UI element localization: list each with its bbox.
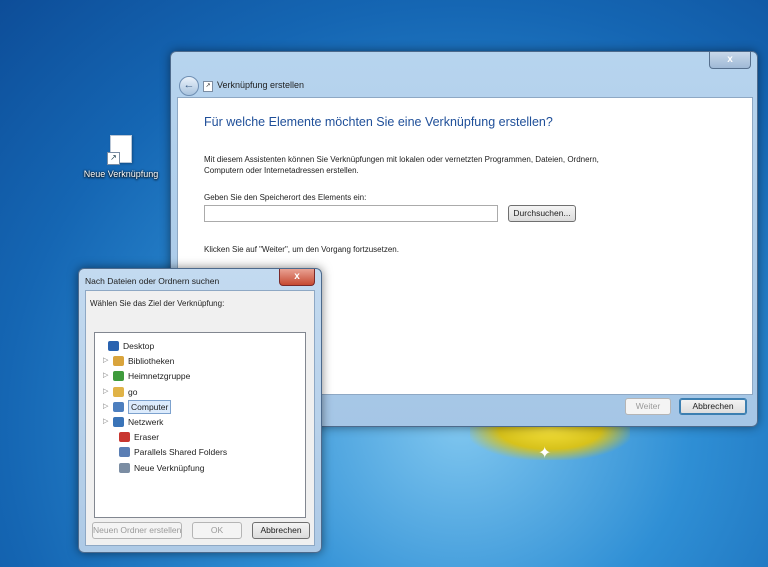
next-button[interactable]: Weiter	[625, 398, 671, 415]
shared-folders-icon	[119, 447, 130, 458]
expand-arrow-icon[interactable]: ▷	[103, 369, 111, 383]
location-label: Geben Sie den Speicherort des Elements e…	[204, 193, 367, 202]
tree-item-label: go	[128, 386, 138, 397]
shortcut-file-icon: ↗	[107, 135, 132, 165]
wizard-close-button[interactable]: x	[709, 52, 751, 69]
computer-icon	[113, 401, 124, 412]
desktop-shortcut-icon[interactable]: ↗ Neue Verknüpfung	[78, 135, 164, 179]
eraser-icon	[119, 432, 130, 443]
tree-item-label: Parallels Shared Folders	[134, 447, 228, 458]
shortcut-small-icon: ↗	[203, 81, 213, 92]
network-icon	[113, 417, 124, 427]
tree-item-label: Neue Verknüpfung	[134, 462, 205, 473]
expand-arrow-icon[interactable]: ▷	[103, 385, 111, 399]
wizard-cancel-button[interactable]: Abbrechen	[679, 398, 747, 415]
back-arrow-icon[interactable]: ←	[179, 76, 199, 96]
wizard-heading: Für welche Elemente möchten Sie eine Ver…	[204, 115, 553, 129]
tree-item-label: Heimnetzgruppe	[128, 371, 191, 382]
user-folder-icon	[113, 386, 124, 397]
desktop-icon-label: Neue Verknüpfung	[83, 169, 159, 179]
desktop-icon	[108, 341, 119, 351]
expand-arrow-icon[interactable]: ▷	[103, 354, 111, 368]
browse-dialog: Nach Dateien oder Ordnern suchen x Wähle…	[78, 268, 322, 553]
shortcut-arrow-icon: ↗	[107, 152, 120, 165]
wizard-description: Mit diesem Assistenten können Sie Verknü…	[204, 155, 599, 175]
wizard-hint: Klicken Sie auf "Weiter", um den Vorgang…	[204, 245, 399, 254]
location-input[interactable]	[204, 205, 498, 222]
homegroup-icon	[113, 371, 124, 382]
dialog-cancel-button[interactable]: Abbrechen	[252, 522, 310, 539]
dialog-close-button[interactable]: x	[279, 269, 315, 286]
tree-item-label: Computer	[128, 399, 172, 414]
tree-item-label: Netzwerk	[128, 417, 164, 427]
wallpaper-sparkle-icon: ✦	[538, 445, 552, 462]
new-folder-button[interactable]: Neuen Ordner erstellen	[92, 522, 182, 539]
browse-button[interactable]: Durchsuchen...	[508, 205, 576, 222]
tree-item-label: Eraser	[134, 432, 160, 443]
shortcut-icon	[119, 462, 130, 473]
ok-button[interactable]: OK	[192, 522, 242, 539]
tree-item-label: Desktop	[123, 341, 155, 351]
folder-tree[interactable]: Desktop ▷ Bibliotheken ▷ Heimnetzgruppe ▷ go ▷ C…	[94, 332, 306, 518]
expand-arrow-icon[interactable]: ▷	[103, 400, 111, 414]
dialog-content: Wählen Sie das Ziel der Verknüpfung: Des…	[85, 290, 315, 546]
libraries-icon	[113, 356, 124, 367]
tree-item-label: Bibliotheken	[128, 356, 175, 367]
dialog-title: Nach Dateien oder Ordnern suchen	[85, 276, 220, 286]
expand-arrow-icon[interactable]: ▷	[103, 415, 111, 429]
wizard-title: Verknüpfung erstellen	[217, 80, 305, 90]
dialog-prompt: Wählen Sie das Ziel der Verknüpfung:	[90, 299, 225, 308]
